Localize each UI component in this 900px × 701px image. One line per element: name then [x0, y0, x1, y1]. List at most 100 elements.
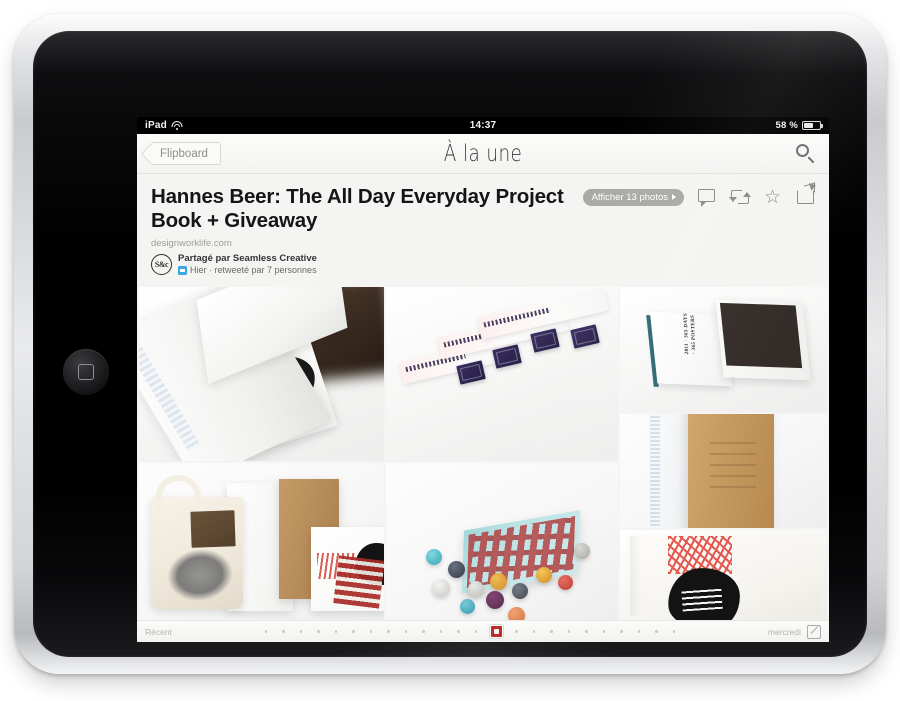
photo-detail [460, 599, 475, 614]
photo-detail [508, 607, 525, 620]
page-dot[interactable] [672, 630, 676, 633]
page-dot[interactable] [474, 630, 478, 633]
page-dot[interactable] [655, 630, 658, 633]
status-bar-right: 58 % [775, 120, 823, 131]
photo-detail [719, 302, 803, 369]
photo-detail [432, 579, 450, 597]
attribution-meta: Hier · retweeté par 7 personnes [178, 265, 317, 276]
page-dot[interactable] [550, 630, 553, 633]
photo-detail [190, 510, 236, 548]
photo-tickets-stamps[interactable] [386, 287, 618, 461]
photo-detail [630, 536, 642, 616]
bottom-bar-right-label: mercredi [767, 626, 801, 637]
photo-grid: 2011 · 365 DAYS · 365 POSTERS [137, 287, 829, 620]
photo-detail [468, 581, 484, 597]
avatar[interactable]: S&c [151, 254, 172, 275]
twitter-icon [178, 266, 187, 275]
page-dot[interactable] [637, 630, 641, 633]
photo-kraft-notebook[interactable] [620, 414, 827, 528]
photo-detail [448, 561, 465, 578]
photo-detail [456, 360, 486, 385]
tablet-bezel: iPad 14:37 58 % Flipboard À la une Hanne… [14, 14, 886, 674]
photo-detail [715, 299, 811, 381]
photo-open-box-book[interactable] [139, 287, 384, 461]
photo-detail [688, 414, 774, 528]
article-attribution: S&c Partagé par Seamless Creative Hier ·… [151, 253, 815, 276]
photo-detail [650, 414, 660, 528]
photo-detail [570, 324, 600, 349]
page-dot[interactable] [439, 630, 443, 633]
photo-detail [558, 575, 573, 590]
flipboard-app: Flipboard À la une Hannes Beer: The All … [137, 134, 829, 642]
comment-button[interactable] [698, 188, 717, 207]
page-dot[interactable] [317, 630, 320, 633]
compose-icon[interactable] [807, 624, 821, 639]
article-header: Hannes Beer: The All Day Everyday Projec… [137, 174, 829, 282]
photo-detail [426, 549, 442, 565]
page-dot-active[interactable] [489, 625, 503, 638]
photo-column-left [139, 287, 384, 620]
page-dot[interactable] [422, 630, 425, 633]
page-dot[interactable] [567, 630, 571, 633]
page-dot[interactable] [532, 630, 536, 633]
page-dot[interactable] [387, 630, 390, 633]
photo-detail [492, 344, 522, 369]
page-dot[interactable] [585, 630, 588, 633]
favorite-button[interactable]: ☆ [764, 188, 783, 207]
comment-icon [698, 189, 715, 207]
bottom-bar: Récent mercredi [137, 620, 829, 642]
photo-head-print[interactable] [620, 530, 827, 620]
photo-column-middle [386, 287, 618, 620]
photo-open-book-365-posters[interactable]: 2011 · 365 DAYS · 365 POSTERS [620, 287, 827, 412]
article-headline: Hannes Beer: The All Day Everyday Projec… [151, 185, 564, 232]
page-dot[interactable] [299, 630, 303, 633]
page-dot[interactable] [404, 630, 408, 633]
device-screen: iPad 14:37 58 % Flipboard À la une Hanne… [137, 117, 829, 642]
photo-pin-badges[interactable] [386, 463, 618, 620]
screenshot-stage: iPad 14:37 58 % Flipboard À la une Hanne… [0, 0, 900, 701]
page-dot[interactable] [602, 630, 606, 633]
back-button-label: Flipboard [160, 147, 208, 160]
page-dot[interactable] [282, 630, 285, 633]
photo-detail [574, 543, 590, 559]
page-dot[interactable] [264, 630, 268, 633]
shared-by-label: Partagé par Seamless Creative [178, 253, 317, 264]
page-dot[interactable] [369, 630, 373, 633]
article-actions: Afficher 13 photos ☆ [582, 188, 816, 207]
article-source[interactable]: designworklife.com [151, 238, 815, 249]
triangle-right-icon [672, 194, 676, 201]
page-indicator-dots[interactable] [172, 625, 768, 638]
photo-column-right: 2011 · 365 DAYS · 365 POSTERS [620, 287, 827, 620]
battery-percent-label: 58 % [775, 120, 798, 131]
photo-detail [710, 436, 756, 488]
share-button[interactable] [797, 188, 816, 207]
status-bar: iPad 14:37 58 % [137, 117, 829, 134]
page-dot[interactable] [620, 630, 623, 633]
show-photos-label: Afficher 13 photos [591, 191, 668, 203]
page-dot[interactable] [352, 630, 355, 633]
show-photos-button[interactable]: Afficher 13 photos [582, 188, 684, 207]
book-spread-text: 2011 · 365 DAYS · 365 POSTERS [683, 312, 698, 355]
page-dot[interactable] [457, 630, 460, 633]
page-dot[interactable] [515, 630, 518, 633]
battery-icon [802, 121, 823, 130]
bottom-bar-left-label: Récent [145, 626, 172, 637]
home-button-glyph [78, 364, 94, 380]
photo-detail [536, 567, 552, 583]
photo-detail [530, 328, 560, 353]
page-dot-active-inner [493, 629, 499, 634]
star-icon: ☆ [764, 187, 782, 208]
photo-detail [490, 573, 507, 590]
tablet-screen-frame: iPad 14:37 58 % Flipboard À la une Hanne… [33, 31, 867, 657]
page-dot[interactable] [334, 630, 338, 633]
home-button[interactable] [63, 349, 109, 395]
photo-detail [151, 471, 243, 609]
attribution-meta-label: Hier · retweeté par 7 personnes [190, 265, 317, 275]
retweet-icon [729, 190, 751, 204]
photo-tote-bag-set[interactable] [139, 463, 384, 620]
retweet-button[interactable] [729, 188, 751, 207]
photo-detail [333, 555, 384, 609]
search-icon[interactable] [795, 143, 817, 165]
status-bar-clock: 14:37 [469, 120, 497, 131]
photo-detail [163, 544, 237, 606]
